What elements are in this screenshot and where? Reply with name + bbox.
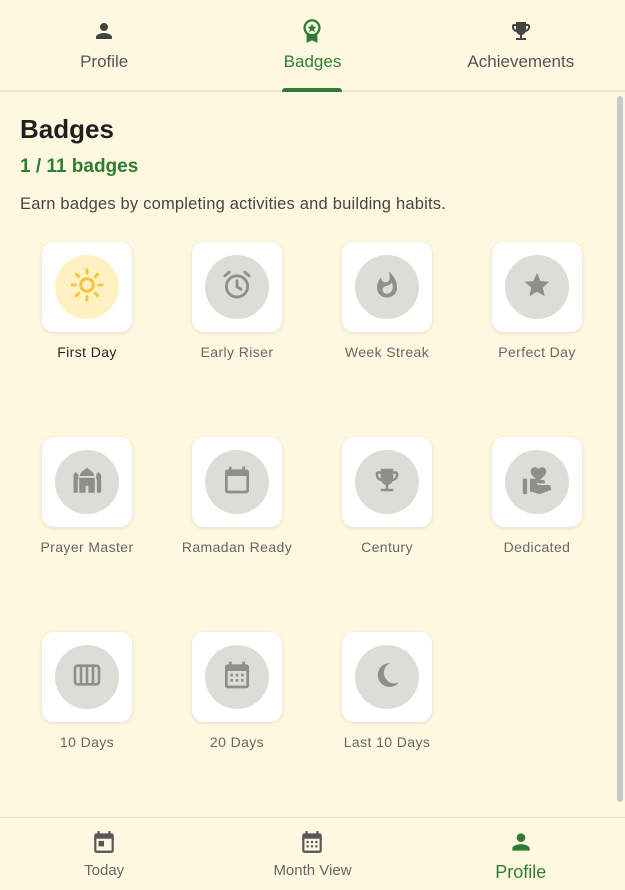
star-icon bbox=[522, 270, 552, 305]
calendar-month-icon bbox=[298, 828, 326, 856]
trophy-icon bbox=[508, 18, 534, 44]
heart-hand-icon bbox=[520, 463, 554, 502]
badge-card bbox=[192, 242, 282, 332]
fire-icon bbox=[372, 270, 402, 305]
badge-last-10-days[interactable]: Last 10 Days bbox=[312, 632, 462, 827]
nav-month-view-label: Month View bbox=[273, 862, 352, 879]
badge-dedicated[interactable]: Dedicated bbox=[462, 437, 612, 632]
badge-card bbox=[42, 632, 132, 722]
bottom-nav: Today Month View Profile bbox=[0, 817, 625, 890]
badge-card bbox=[492, 242, 582, 332]
badge-name: Ramadan Ready bbox=[181, 539, 293, 555]
badge-card bbox=[342, 632, 432, 722]
nav-month-view[interactable]: Month View bbox=[208, 818, 416, 890]
badge-prayer-master[interactable]: Prayer Master bbox=[12, 437, 162, 632]
badge-card bbox=[342, 437, 432, 527]
moon-icon bbox=[372, 660, 402, 695]
view-week-icon bbox=[71, 659, 103, 696]
badge-name: Early Riser bbox=[200, 344, 274, 360]
badge-20-days[interactable]: 20 Days bbox=[162, 632, 312, 827]
badge-name: 20 Days bbox=[209, 734, 265, 750]
badge-name: Prayer Master bbox=[40, 539, 134, 555]
sun-icon bbox=[69, 267, 105, 308]
badge-ramadan-ready[interactable]: Ramadan Ready bbox=[162, 437, 312, 632]
tab-profile[interactable]: Profile bbox=[0, 0, 208, 90]
badge-early-riser[interactable]: Early Riser bbox=[162, 242, 312, 437]
calendar-today-icon bbox=[90, 828, 118, 856]
calendar-month-icon bbox=[221, 659, 253, 696]
badge-name: Last 10 Days bbox=[343, 734, 431, 750]
badge-count: 1 / 11 badges bbox=[20, 156, 139, 177]
nav-today-label: Today bbox=[84, 862, 125, 879]
badge-century[interactable]: Century bbox=[312, 437, 462, 632]
badge-first-day[interactable]: First Day bbox=[12, 242, 162, 437]
badge-name: Dedicated bbox=[503, 539, 571, 555]
tab-badges-label: Badges bbox=[283, 52, 342, 71]
scrollbar[interactable] bbox=[617, 96, 623, 802]
badge-name: Week Streak bbox=[344, 344, 430, 360]
tab-achievements-label: Achievements bbox=[467, 52, 575, 71]
calendar-blank-icon bbox=[221, 464, 253, 501]
page-title: Badges bbox=[20, 114, 114, 144]
nav-profile-label: Profile bbox=[495, 862, 547, 882]
active-tab-indicator bbox=[282, 88, 343, 92]
badge-perfect-day[interactable]: Perfect Day bbox=[462, 242, 612, 437]
badges-description: Earn badges by completing activities and… bbox=[20, 195, 446, 213]
tab-profile-label: Profile bbox=[80, 52, 129, 71]
badge-week-streak[interactable]: Week Streak bbox=[312, 242, 462, 437]
top-tab-bar: Profile Badges Achievements bbox=[0, 0, 625, 92]
tab-achievements[interactable]: Achievements bbox=[417, 0, 625, 90]
badge-grid: First Day Early Riser Week Streak Perfec… bbox=[12, 242, 612, 827]
badge-name: Perfect Day bbox=[498, 344, 576, 360]
badge-ribbon-icon bbox=[299, 18, 325, 44]
person-icon bbox=[507, 828, 535, 856]
badge-card bbox=[342, 242, 432, 332]
tab-badges[interactable]: Badges bbox=[208, 0, 416, 92]
nav-today[interactable]: Today bbox=[0, 818, 208, 890]
badge-card bbox=[192, 632, 282, 722]
badge-card bbox=[192, 437, 282, 527]
badge-name: 10 Days bbox=[59, 734, 115, 750]
badge-name: Century bbox=[361, 539, 413, 555]
trophy-icon bbox=[372, 465, 402, 500]
nav-profile[interactable]: Profile bbox=[417, 818, 625, 890]
person-icon bbox=[91, 18, 117, 44]
badge-10-days[interactable]: 10 Days bbox=[12, 632, 162, 827]
badge-card bbox=[42, 437, 132, 527]
alarm-clock-icon bbox=[220, 268, 254, 307]
badge-card bbox=[492, 437, 582, 527]
badge-card bbox=[42, 242, 132, 332]
mosque-icon bbox=[70, 463, 104, 502]
badge-name: First Day bbox=[57, 344, 117, 360]
